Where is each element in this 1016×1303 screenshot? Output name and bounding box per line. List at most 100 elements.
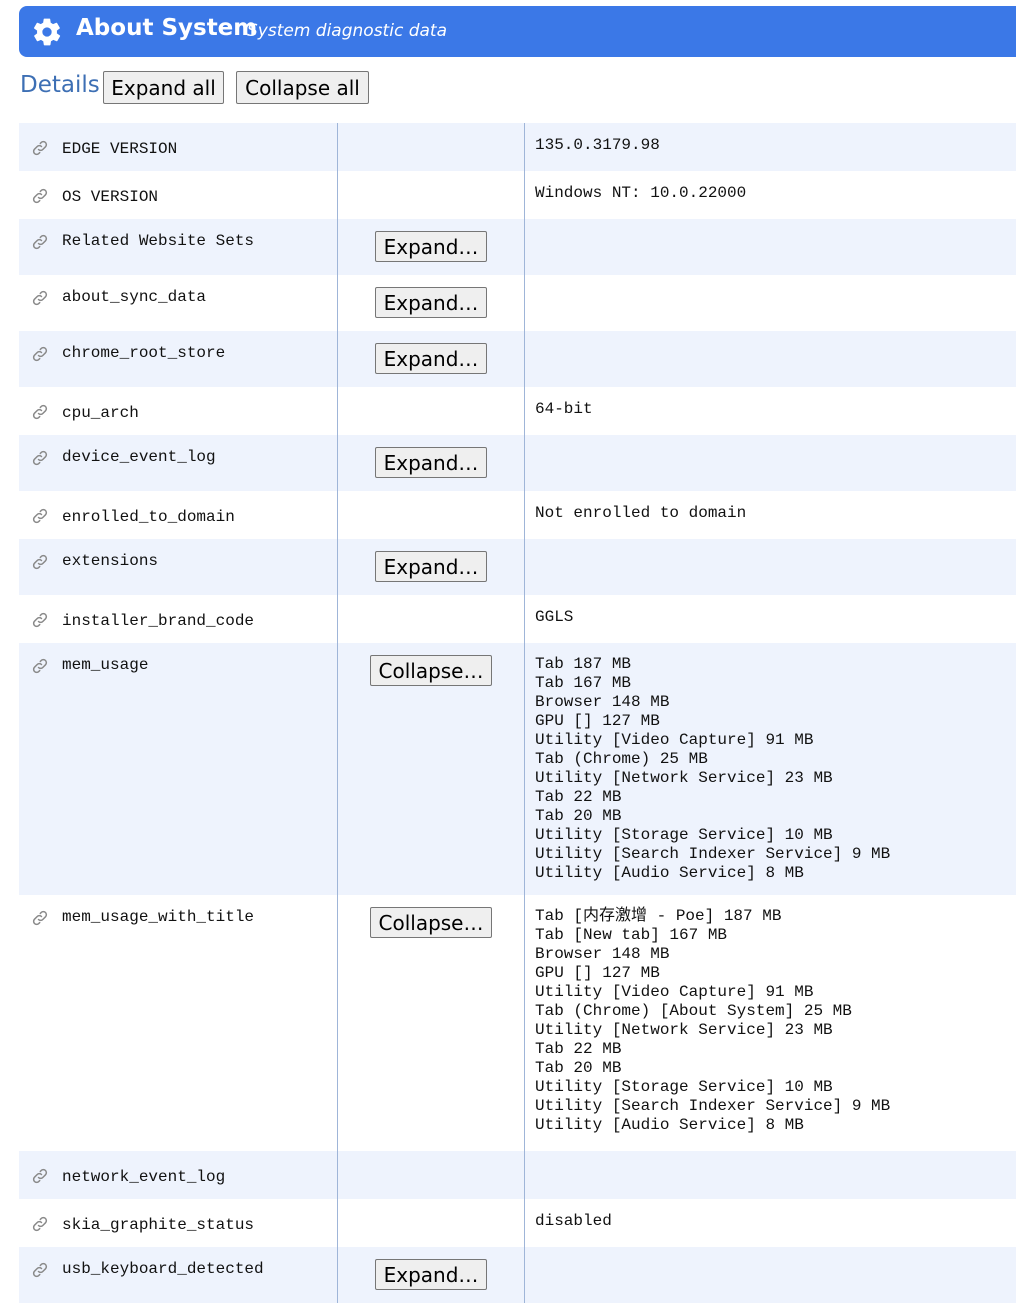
row-name-cell: about_sync_data <box>19 275 338 331</box>
table-row: usb_keyboard_detected Expand… <box>19 1247 1016 1303</box>
expand-button[interactable]: Expand… <box>375 287 487 318</box>
diagnostics-table: EDGE VERSION 135.0.3179.98 OS VERSION Windo… <box>19 123 1016 1303</box>
row-button-cell: Expand… <box>337 219 525 275</box>
link-icon[interactable] <box>31 507 49 525</box>
row-value-cell <box>524 1151 1016 1199</box>
row-value-cell <box>524 1247 1016 1303</box>
row-name: OS VERSION <box>62 188 159 206</box>
link-icon[interactable] <box>31 1215 49 1233</box>
row-name-cell: mem_usage <box>19 643 338 895</box>
page-subtitle: System diagnostic data <box>247 21 447 41</box>
row-button-cell <box>337 387 525 435</box>
collapse-button[interactable]: Collapse… <box>370 655 492 686</box>
table-row: OS VERSION Windows NT: 10.0.22000 <box>19 171 1016 219</box>
row-name: mem_usage <box>62 656 149 674</box>
expand-button[interactable]: Expand… <box>375 447 487 478</box>
details-label: Details <box>20 72 100 98</box>
row-value-cell: Not enrolled to domain <box>524 491 1016 539</box>
row-name-cell: usb_keyboard_detected <box>19 1247 338 1303</box>
row-button-cell: Expand… <box>337 435 525 491</box>
table-row: skia_graphite_status disabled <box>19 1199 1016 1247</box>
row-button-cell <box>337 491 525 539</box>
row-value: 135.0.3179.98 <box>535 136 660 154</box>
link-icon[interactable] <box>31 345 49 363</box>
table-row: chrome_root_store Expand… <box>19 331 1016 387</box>
row-name-cell: Related Website Sets <box>19 219 338 275</box>
row-name-cell: chrome_root_store <box>19 331 338 387</box>
row-button-cell: Expand… <box>337 331 525 387</box>
row-value-cell <box>524 275 1016 331</box>
row-value: Not enrolled to domain <box>535 504 747 522</box>
row-value: GGLS <box>535 608 574 626</box>
row-button-cell: Expand… <box>337 275 525 331</box>
link-icon[interactable] <box>31 449 49 467</box>
row-name: about_sync_data <box>62 288 207 306</box>
row-name-cell: OS VERSION <box>19 171 338 219</box>
row-value: Tab [内存激增 - Poe] 187 MB Tab [New tab] 16… <box>535 907 891 1134</box>
row-value: 64-bit <box>535 400 593 418</box>
row-name: cpu_arch <box>62 404 139 422</box>
row-button-cell <box>337 171 525 219</box>
link-icon[interactable] <box>31 233 49 251</box>
row-value-cell: Windows NT: 10.0.22000 <box>524 171 1016 219</box>
expand-button[interactable]: Expand… <box>375 551 487 582</box>
table-row: mem_usage Collapse… Tab 187 MB Tab 167 MB … <box>19 643 1016 895</box>
collapse-all-button[interactable]: Collapse all <box>236 71 369 104</box>
page-header: About System System diagnostic data <box>19 6 1016 57</box>
link-icon[interactable] <box>31 403 49 421</box>
link-icon[interactable] <box>31 909 49 927</box>
row-name-cell: device_event_log <box>19 435 338 491</box>
link-icon[interactable] <box>31 611 49 629</box>
row-value-cell: 135.0.3179.98 <box>524 123 1016 171</box>
row-value-cell: Tab 187 MB Tab 167 MB Browser 148 MB GPU… <box>524 643 1016 895</box>
link-icon[interactable] <box>31 139 49 157</box>
row-button-cell <box>337 123 525 171</box>
row-name: enrolled_to_domain <box>62 508 235 526</box>
row-name-cell: EDGE VERSION <box>19 123 338 171</box>
row-value-cell: Tab [内存激增 - Poe] 187 MB Tab [New tab] 16… <box>524 895 1016 1151</box>
table-row: Related Website Sets Expand… <box>19 219 1016 275</box>
table-row: extensions Expand… <box>19 539 1016 595</box>
expand-button[interactable]: Expand… <box>375 231 487 262</box>
row-value-cell <box>524 435 1016 491</box>
link-icon[interactable] <box>31 187 49 205</box>
row-name: installer_brand_code <box>62 612 255 630</box>
row-name-cell: extensions <box>19 539 338 595</box>
table-row: mem_usage_with_title Collapse… Tab [内存激增 -… <box>19 895 1016 1151</box>
gear-icon <box>33 18 61 46</box>
row-name-cell: cpu_arch <box>19 387 338 435</box>
row-name: skia_graphite_status <box>62 1216 255 1234</box>
row-button-cell <box>337 1199 525 1247</box>
row-value-cell: 64-bit <box>524 387 1016 435</box>
row-value: Tab 187 MB Tab 167 MB Browser 148 MB GPU… <box>535 655 891 882</box>
row-name-cell: installer_brand_code <box>19 595 338 643</box>
row-value-cell <box>524 331 1016 387</box>
row-name: network_event_log <box>62 1168 226 1186</box>
collapse-button[interactable]: Collapse… <box>370 907 492 938</box>
row-name-cell: skia_graphite_status <box>19 1199 338 1247</box>
expand-button[interactable]: Expand… <box>375 1259 487 1290</box>
page-title: About System <box>76 15 258 41</box>
row-name: device_event_log <box>62 448 216 466</box>
row-value: Windows NT: 10.0.22000 <box>535 184 747 202</box>
row-button-cell <box>337 595 525 643</box>
expand-all-button[interactable]: Expand all <box>103 71 224 104</box>
row-name: extensions <box>62 552 159 570</box>
row-name-cell: network_event_log <box>19 1151 338 1199</box>
row-value-cell <box>524 539 1016 595</box>
link-icon[interactable] <box>31 1261 49 1279</box>
link-icon[interactable] <box>31 553 49 571</box>
row-name: usb_keyboard_detected <box>62 1260 264 1278</box>
row-value-cell <box>524 219 1016 275</box>
link-icon[interactable] <box>31 657 49 675</box>
row-name: mem_usage_with_title <box>62 908 255 926</box>
row-name: chrome_root_store <box>62 344 226 362</box>
row-value-cell: GGLS <box>524 595 1016 643</box>
link-icon[interactable] <box>31 1167 49 1185</box>
expand-button[interactable]: Expand… <box>375 343 487 374</box>
table-row: installer_brand_code GGLS <box>19 595 1016 643</box>
row-name-cell: enrolled_to_domain <box>19 491 338 539</box>
link-icon[interactable] <box>31 289 49 307</box>
table-row: network_event_log <box>19 1151 1016 1199</box>
row-name: EDGE VERSION <box>62 140 178 158</box>
